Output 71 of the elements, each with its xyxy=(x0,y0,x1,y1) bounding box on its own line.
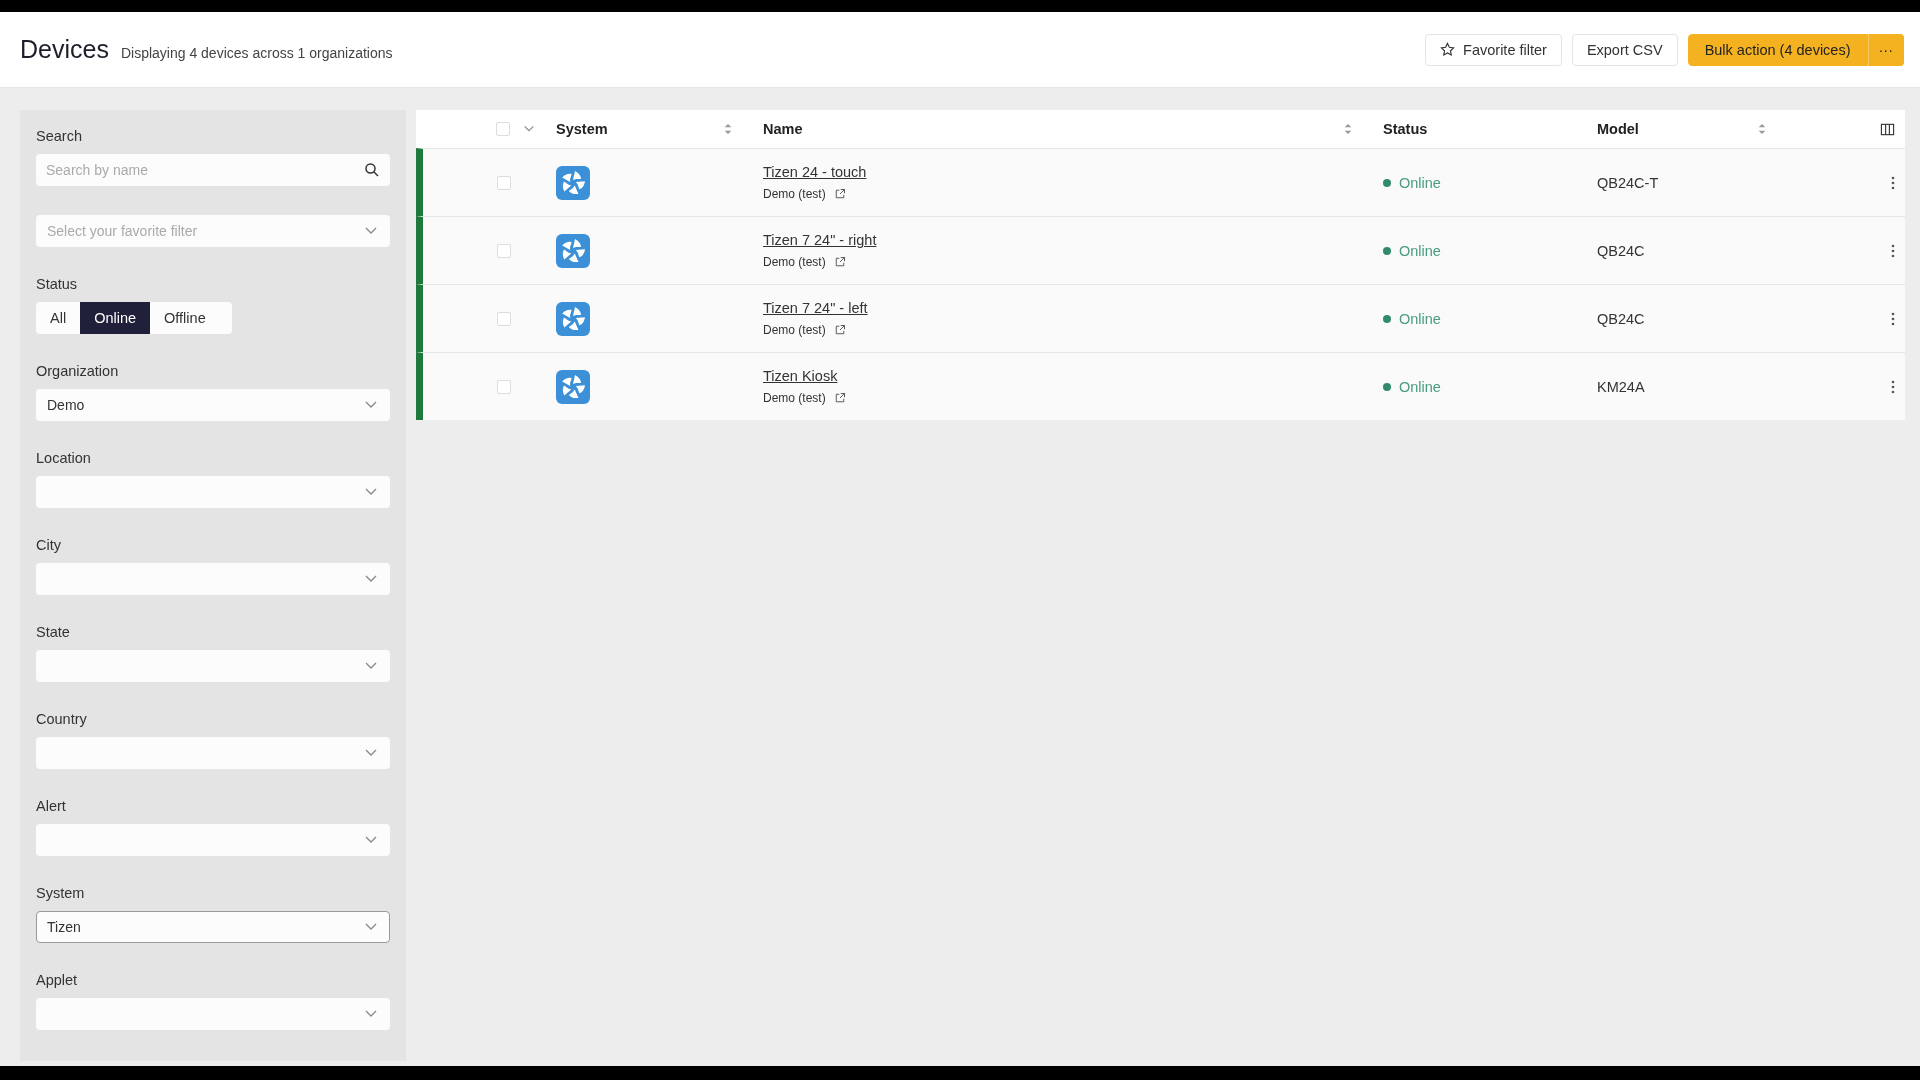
external-link-icon xyxy=(833,392,846,404)
select-value: Tizen xyxy=(47,919,82,935)
page-title: Devices xyxy=(20,35,109,64)
device-link[interactable]: Tizen 7 24" - left xyxy=(763,300,868,316)
organization-text: Demo (test) xyxy=(763,255,826,269)
status-option[interactable]: Online xyxy=(80,302,151,334)
external-link-icon xyxy=(833,324,846,336)
page-subtitle: Displaying 4 devices across 1 organizations xyxy=(120,45,393,61)
select-field[interactable] xyxy=(36,563,390,595)
status-option[interactable]: All xyxy=(36,302,81,334)
select-field[interactable]: Tizen xyxy=(36,911,390,943)
device-link[interactable]: Tizen Kiosk xyxy=(763,368,838,384)
row-checkbox[interactable] xyxy=(497,311,511,326)
status-text: Online xyxy=(1399,174,1441,191)
device-link[interactable]: Tizen 7 24" - right xyxy=(763,232,877,248)
search-field[interactable]: Search by name xyxy=(36,154,390,186)
select-field[interactable] xyxy=(36,737,390,769)
kebab-menu-icon xyxy=(1891,379,1895,394)
pinwheel-icon xyxy=(556,165,590,200)
device-link[interactable]: Tizen 24 - touch xyxy=(763,164,867,180)
filter-label: Status xyxy=(36,276,79,292)
pinwheel-icon xyxy=(556,301,590,336)
more-button[interactable]: ··· xyxy=(1867,33,1904,66)
favorite-filter-button[interactable]: Favorite filter xyxy=(1425,33,1562,66)
select-field[interactable] xyxy=(36,650,390,682)
select-all-checkbox[interactable] xyxy=(496,122,510,136)
filter-label: City xyxy=(36,537,62,553)
filter-label: Applet xyxy=(36,972,79,988)
model-text: QB24C xyxy=(1597,310,1645,327)
star-icon xyxy=(1440,42,1456,57)
organization-text: Demo (test) xyxy=(763,187,826,201)
model-text: KM24A xyxy=(1597,378,1645,395)
select-placeholder: Select your favorite filter xyxy=(47,223,199,239)
filter-label: State xyxy=(36,624,71,640)
status-text: Online xyxy=(1399,310,1441,327)
export-button[interactable]: Export CSV xyxy=(1571,33,1678,66)
row-checkbox[interactable] xyxy=(497,379,511,394)
search-icon xyxy=(364,162,380,178)
select-value: Demo xyxy=(47,397,86,413)
filter-label: Country xyxy=(36,711,88,727)
row-checkbox[interactable] xyxy=(497,243,511,258)
filter-label: Location xyxy=(36,450,92,466)
external-link-icon xyxy=(833,188,846,200)
status-text: Online xyxy=(1399,378,1441,395)
organization-text: Demo (test) xyxy=(763,323,826,337)
column-header[interactable]: Status xyxy=(1383,121,1428,137)
filter-label: Organization xyxy=(36,363,120,379)
status-text: Online xyxy=(1399,242,1441,259)
filter-label: Search xyxy=(36,128,83,144)
filter-label: Alert xyxy=(36,798,67,814)
select-field[interactable]: Demo xyxy=(36,389,390,421)
organization-text: Demo (test) xyxy=(763,391,826,405)
column-header[interactable]: Model xyxy=(1597,121,1639,137)
status-option[interactable]: Offline xyxy=(150,302,220,334)
pinwheel-icon xyxy=(556,369,590,404)
kebab-menu-icon xyxy=(1891,311,1895,326)
model-text: QB24C xyxy=(1597,242,1645,259)
column-header[interactable]: Name xyxy=(763,121,803,137)
kebab-menu-icon xyxy=(1891,175,1895,190)
columns-icon xyxy=(1880,121,1895,137)
column-header[interactable]: System xyxy=(556,121,608,137)
external-link-icon xyxy=(833,256,846,268)
pinwheel-icon xyxy=(556,233,590,268)
model-text: QB24C-T xyxy=(1597,174,1659,191)
kebab-menu-icon xyxy=(1891,243,1895,258)
row-checkbox[interactable] xyxy=(497,175,511,190)
select-field[interactable] xyxy=(36,998,390,1030)
select-field[interactable] xyxy=(36,824,390,856)
select-field[interactable] xyxy=(36,476,390,508)
filter-label: System xyxy=(36,885,86,901)
bulk-action-button[interactable]: Bulk action (4 devices) xyxy=(1687,33,1868,66)
